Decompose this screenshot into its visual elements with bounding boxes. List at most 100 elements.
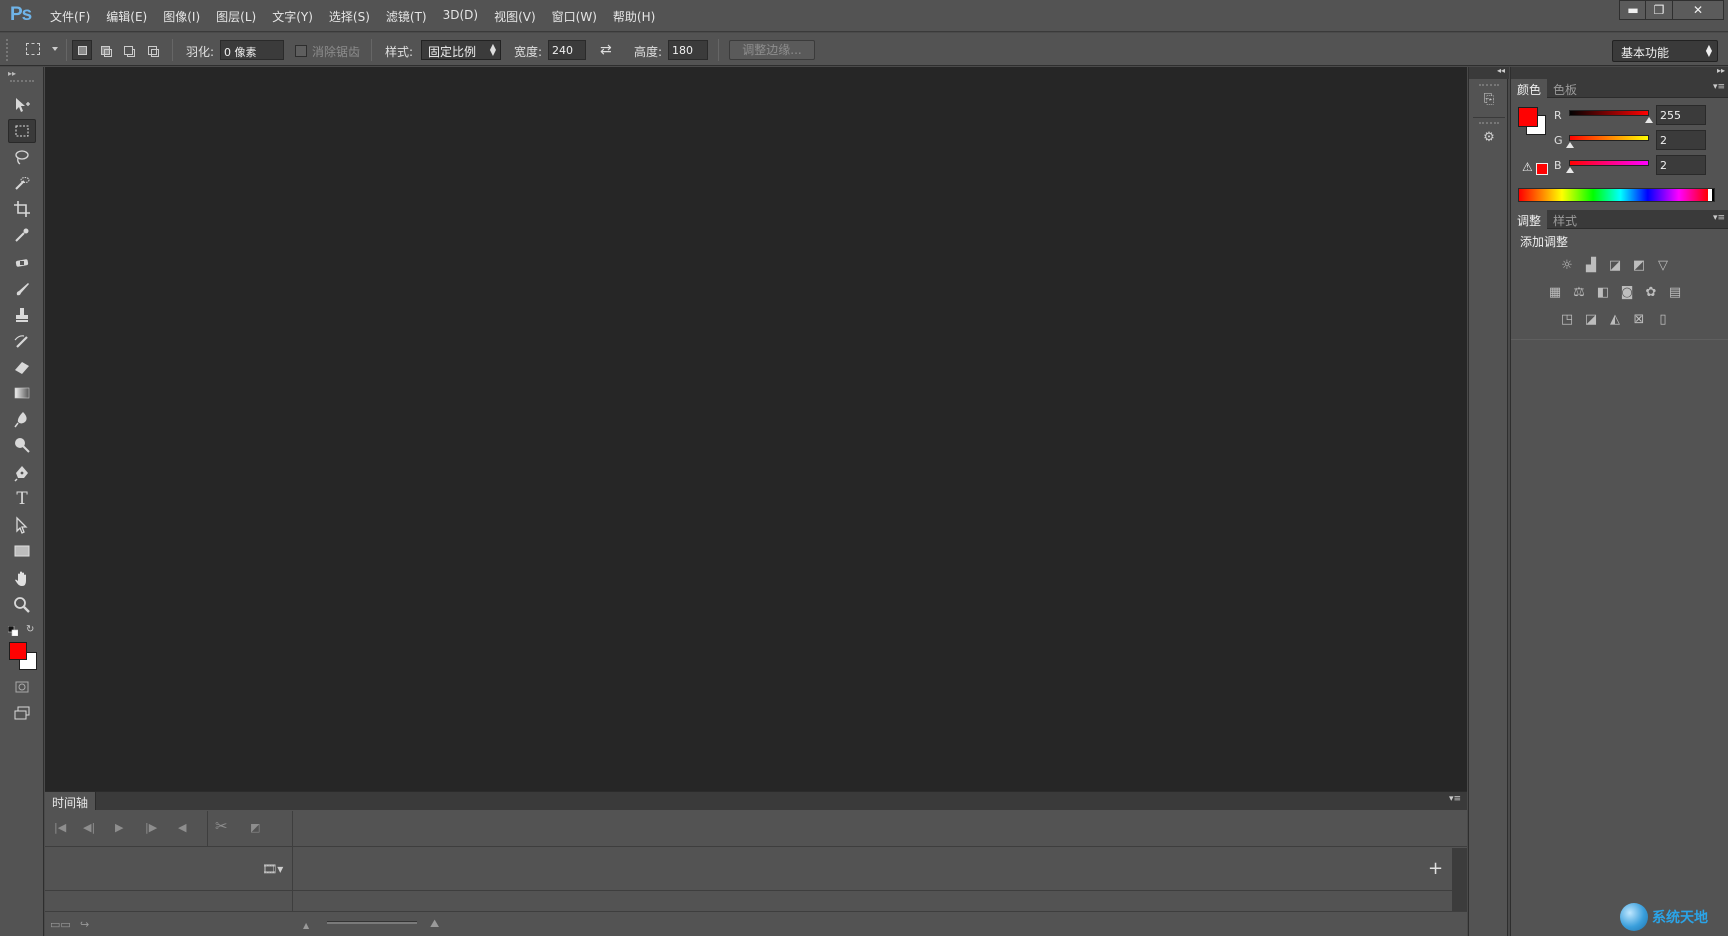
timeline-ruler[interactable] [293, 811, 1467, 847]
add-media-button[interactable]: + [1428, 858, 1443, 879]
expand-icon[interactable]: ◂◂ [1497, 66, 1505, 75]
tab-color[interactable]: 颜色 [1511, 79, 1548, 98]
type-tool[interactable]: T [8, 487, 36, 511]
add-to-selection-button[interactable] [95, 40, 115, 60]
threshold-icon[interactable]: ◭ [1606, 312, 1624, 328]
blue-slider-thumb[interactable] [1565, 167, 1574, 173]
menu-filter[interactable]: 滤镜(T) [386, 8, 427, 25]
red-slider[interactable] [1569, 110, 1649, 116]
next-frame-icon[interactable]: |▶ [145, 821, 157, 834]
width-input[interactable]: 240 [548, 40, 586, 60]
history-panel-icon[interactable]: ⎘ [1479, 90, 1499, 110]
first-frame-icon[interactable]: |◀ [54, 821, 66, 834]
properties-panel-icon[interactable]: ⚙ [1479, 128, 1499, 148]
red-value-input[interactable]: 255 [1656, 105, 1706, 125]
eyedropper-tool[interactable] [8, 223, 36, 247]
panel-menu-icon[interactable]: ▾≡ [1449, 794, 1461, 804]
out-of-gamut-warning-icon[interactable]: ⚠ [1522, 160, 1533, 174]
clone-stamp-tool[interactable] [8, 303, 36, 327]
tab-swatches[interactable]: 色板 [1547, 79, 1583, 98]
transition-icon[interactable]: ◩ [250, 821, 260, 834]
color-panel-foreground-swatch[interactable] [1518, 107, 1538, 127]
split-scissors-icon[interactable]: ✂ [215, 817, 228, 835]
hand-tool[interactable] [8, 567, 36, 591]
workspace-switcher[interactable]: 基本功能 ▲ ▼ [1612, 40, 1718, 62]
menu-layer[interactable]: 图层(L) [216, 8, 256, 25]
tools-grip[interactable] [10, 80, 34, 83]
move-tool[interactable] [8, 93, 36, 117]
refine-edge-button[interactable]: 调整边缘... [729, 40, 815, 60]
menu-view[interactable]: 视图(V) [494, 8, 536, 25]
green-slider[interactable] [1569, 135, 1649, 141]
play-icon[interactable]: ▶ [115, 821, 123, 834]
intersect-selection-button[interactable] [142, 40, 162, 60]
brightness-icon[interactable]: ☼ [1558, 258, 1576, 274]
feather-input[interactable]: 0 像素 [220, 40, 284, 60]
vibrance-icon[interactable]: ▽ [1654, 258, 1672, 274]
maximize-button[interactable]: ❐ [1645, 0, 1673, 20]
subtract-from-selection-button[interactable] [118, 40, 138, 60]
default-colors-icon[interactable] [8, 626, 18, 636]
crop-tool[interactable] [8, 197, 36, 221]
blue-slider[interactable] [1569, 160, 1649, 166]
curves-icon[interactable]: ◪ [1606, 258, 1624, 274]
foreground-color-swatch[interactable] [9, 642, 27, 660]
height-input[interactable]: 180 [668, 40, 708, 60]
gradient-map-icon[interactable]: ▯ [1654, 312, 1672, 328]
film-strip-icon[interactable]: 🎞▾ [262, 862, 283, 876]
levels-icon[interactable]: ▟ [1582, 258, 1600, 274]
rectangle-tool[interactable] [8, 539, 36, 563]
antialias-checkbox[interactable] [295, 45, 307, 57]
document-canvas-area[interactable] [45, 67, 1467, 791]
exposure-icon[interactable]: ◩ [1630, 258, 1648, 274]
rectangular-marquee-tool[interactable] [8, 119, 36, 143]
dock-grip[interactable] [1479, 84, 1499, 87]
dock-grip[interactable] [1479, 122, 1499, 125]
zoom-in-icon[interactable]: ⛰ [430, 917, 439, 931]
zoom-out-icon[interactable]: ▲ [303, 921, 309, 930]
swap-dimensions-icon[interactable]: ⇄ [600, 42, 612, 58]
menu-type[interactable]: 文字(Y) [272, 8, 313, 25]
tab-timeline[interactable]: 时间轴 [45, 792, 97, 810]
audio-icon[interactable]: ◀ [178, 821, 186, 834]
menu-file[interactable]: 文件(F) [50, 8, 90, 25]
new-selection-button[interactable] [72, 40, 92, 60]
collapse-icon[interactable]: ▸▸ [8, 69, 16, 78]
color-balance-icon[interactable]: ⚖ [1570, 285, 1588, 301]
invert-icon[interactable]: ◳ [1558, 312, 1576, 328]
eraser-tool[interactable] [8, 355, 36, 379]
tab-styles[interactable]: 样式 [1547, 210, 1583, 229]
color-spectrum-ramp[interactable] [1518, 188, 1715, 202]
gamut-correction-swatch[interactable] [1536, 163, 1548, 175]
quick-mask-button[interactable] [8, 675, 36, 699]
tab-adjustments[interactable]: 调整 [1511, 210, 1548, 229]
channel-mixer-icon[interactable]: ✿ [1642, 285, 1660, 301]
red-slider-thumb[interactable] [1645, 117, 1653, 123]
tool-preset-picker[interactable] [22, 40, 62, 60]
menu-window[interactable]: 窗口(W) [552, 8, 597, 25]
green-value-input[interactable]: 2 [1656, 130, 1706, 150]
style-select[interactable]: 固定比例 ▲ ▼ [421, 40, 501, 60]
menu-image[interactable]: 图像(I) [163, 8, 200, 25]
black-white-icon[interactable]: ◧ [1594, 285, 1612, 301]
hue-saturation-icon[interactable]: ▦ [1546, 285, 1564, 301]
dodge-tool[interactable] [8, 433, 36, 457]
blue-value-input[interactable]: 2 [1656, 155, 1706, 175]
close-button[interactable]: ✕ [1672, 0, 1724, 20]
color-lookup-icon[interactable]: ▤ [1666, 285, 1684, 301]
history-brush-tool[interactable] [8, 329, 36, 353]
menu-3d[interactable]: 3D(D) [443, 8, 478, 25]
lasso-tool[interactable] [8, 145, 36, 169]
options-bar-grip[interactable] [6, 39, 10, 61]
blur-tool[interactable] [8, 407, 36, 431]
zoom-tool[interactable] [8, 593, 36, 617]
minimize-button[interactable]: ▬ [1619, 0, 1647, 20]
render-video-icon[interactable]: ↪ [80, 918, 89, 931]
brush-tool[interactable] [8, 277, 36, 301]
frames-mode-icon[interactable]: ▭▭ [50, 918, 71, 931]
timeline-zoom-slider[interactable] [327, 921, 417, 924]
path-selection-tool[interactable] [8, 513, 36, 537]
screen-mode-button[interactable] [8, 701, 36, 725]
panel-menu-icon[interactable]: ▾≡ [1713, 82, 1725, 92]
menu-help[interactable]: 帮助(H) [613, 8, 655, 25]
